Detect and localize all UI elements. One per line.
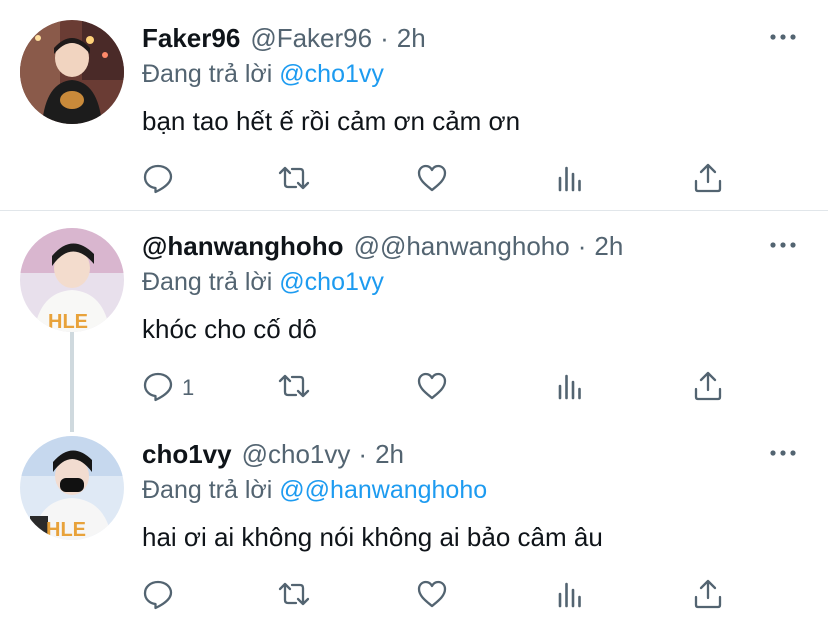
like-button[interactable] bbox=[416, 160, 448, 200]
reply-button[interactable] bbox=[142, 160, 182, 200]
mention-link[interactable]: @cho1vy bbox=[279, 60, 384, 88]
separator-dot: · bbox=[380, 22, 389, 53]
replying-to: Đang trả lời @@hanwanghoho bbox=[142, 476, 487, 505]
mention-link[interactable]: @@hanwanghoho bbox=[279, 476, 487, 504]
like-icon bbox=[416, 578, 448, 615]
replying-to-label: Đang trả lời bbox=[142, 268, 273, 296]
retweet-icon bbox=[278, 162, 310, 199]
separator-dot: · bbox=[577, 230, 587, 261]
display-name[interactable]: @hanwanghoho bbox=[142, 231, 344, 262]
analytics-button[interactable] bbox=[554, 368, 586, 408]
analytics-button[interactable] bbox=[554, 576, 586, 616]
timestamp[interactable]: 2h bbox=[375, 439, 404, 470]
tweet-faker96[interactable]: Faker96 @Faker96 · 2h Đang trả lời @cho1… bbox=[0, 20, 828, 200]
retweet-icon bbox=[278, 370, 310, 407]
reply-icon bbox=[142, 162, 174, 199]
more-icon[interactable] bbox=[768, 438, 798, 468]
tweet-text: khóc cho cố dô bbox=[142, 314, 317, 344]
tweet-divider bbox=[0, 210, 828, 211]
avatar[interactable] bbox=[20, 20, 124, 124]
retweet-icon bbox=[278, 578, 310, 615]
tweet-header: cho1vy @cho1vy · 2h bbox=[142, 436, 404, 472]
user-handle[interactable]: @Faker96 bbox=[250, 23, 372, 54]
user-handle[interactable]: @@hanwanghoho bbox=[354, 231, 570, 262]
reply-button[interactable]: 1 bbox=[142, 368, 194, 408]
tweet-header: Faker96 @Faker96 · 2h bbox=[142, 20, 426, 56]
replying-to-label: Đang trả lời bbox=[142, 476, 273, 504]
svg-text:HLE: HLE bbox=[46, 519, 86, 540]
tweet-cho1vy[interactable]: HLE cho1vy @cho1vy · 2h Đang trả lời @@h… bbox=[0, 436, 828, 616]
like-icon bbox=[416, 162, 448, 199]
like-button[interactable] bbox=[416, 368, 448, 408]
tweet-hanwanghoho[interactable]: HLE @hanwanghoho @@hanwanghoho · 2h Đang… bbox=[0, 228, 828, 408]
tweet-actions bbox=[142, 576, 742, 616]
like-button[interactable] bbox=[416, 576, 448, 616]
analytics-icon bbox=[554, 162, 586, 199]
svg-text:HLE: HLE bbox=[48, 311, 88, 332]
display-name[interactable]: Faker96 bbox=[142, 23, 240, 54]
reply-icon bbox=[142, 578, 174, 615]
analytics-icon bbox=[554, 578, 586, 615]
tweet-actions: 1 bbox=[142, 368, 742, 408]
avatar[interactable]: HLE bbox=[20, 228, 124, 332]
more-icon[interactable] bbox=[768, 22, 798, 52]
user-handle[interactable]: @cho1vy bbox=[242, 439, 351, 470]
analytics-button[interactable] bbox=[554, 160, 586, 200]
reply-count: 1 bbox=[182, 375, 195, 400]
share-button[interactable] bbox=[692, 368, 724, 408]
display-name[interactable]: cho1vy bbox=[142, 439, 232, 470]
tweet-text: bạn tao hết ế rồi cảm ơn cảm ơn bbox=[142, 106, 521, 136]
reply-button[interactable] bbox=[142, 576, 182, 616]
tweet-header: @hanwanghoho @@hanwanghoho · 2h bbox=[142, 228, 623, 264]
retweet-button[interactable] bbox=[278, 160, 310, 200]
timestamp[interactable]: 2h bbox=[397, 23, 426, 54]
reply-icon bbox=[142, 370, 174, 407]
replying-to: Đang trả lời @cho1vy bbox=[142, 60, 384, 89]
avatar[interactable]: HLE bbox=[20, 436, 124, 540]
replying-to-label: Đang trả lời bbox=[142, 60, 273, 88]
replying-to: Đang trả lời @cho1vy bbox=[142, 268, 384, 297]
tweet-text: hai ơi ai không nói không ai bảo câm âu bbox=[142, 522, 603, 552]
timestamp[interactable]: 2h bbox=[594, 231, 623, 262]
separator-dot: · bbox=[358, 438, 368, 469]
retweet-button[interactable] bbox=[278, 576, 310, 616]
share-button[interactable] bbox=[692, 160, 724, 200]
share-button[interactable] bbox=[692, 576, 724, 616]
retweet-button[interactable] bbox=[278, 368, 310, 408]
tweet-actions bbox=[142, 160, 742, 200]
mention-link[interactable]: @cho1vy bbox=[279, 268, 384, 296]
share-icon bbox=[692, 578, 724, 615]
share-icon bbox=[692, 370, 724, 407]
like-icon bbox=[416, 370, 448, 407]
analytics-icon bbox=[554, 370, 586, 407]
share-icon bbox=[692, 162, 724, 199]
more-icon[interactable] bbox=[768, 230, 798, 260]
